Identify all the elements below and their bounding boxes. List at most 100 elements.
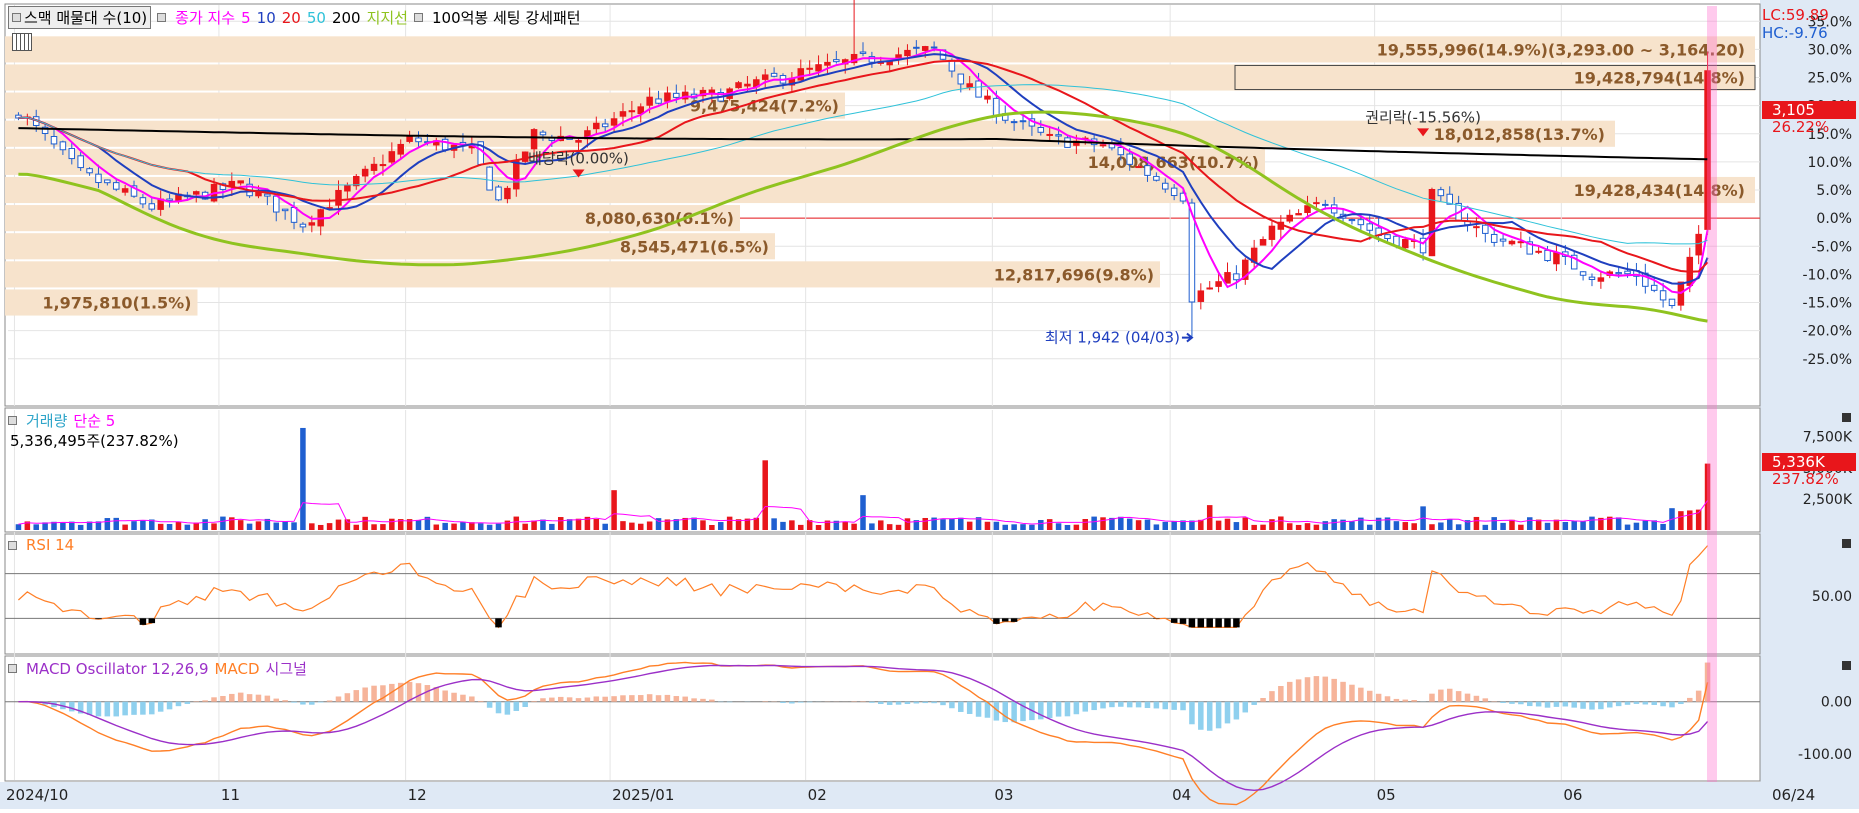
volume-pane-close-icon[interactable] [1842,413,1851,422]
rsi-pane-close-icon[interactable] [1842,539,1851,548]
macd-oscillator-bar [905,702,911,704]
volume-axis-label: 7,500K [1803,430,1853,446]
candle-body [1660,291,1666,300]
macd-oscillator-bar [1136,702,1142,708]
macd-oscillator-bar [1349,685,1355,702]
volume-bar [1296,525,1302,530]
price-axis-label: 30.0% [1808,42,1852,58]
macd-oscillator-bar [1403,700,1409,702]
volume-profile-label: 19,428,794(14.8%) [1574,69,1745,88]
price-axis-label: 25.0% [1808,71,1852,87]
rsi-title: RSI 14 [26,536,74,554]
price-annotation: 최저 1,942 (04/03) [1045,329,1180,347]
macd-oscillator-bar [327,700,333,701]
macd-pane-close-icon[interactable] [1842,661,1851,670]
volume-bar [896,525,902,530]
volume-axis-label: 2,500K [1803,492,1853,508]
calendar-icon[interactable] [12,33,32,51]
candle-body [1020,121,1026,122]
macd-oscillator-bar [1287,682,1293,702]
candle-body [1287,215,1293,221]
macd-oscillator-bar [700,699,706,702]
macd-oscillator-bar [1651,702,1657,705]
volume-bar [1589,517,1595,530]
macd-oscillator-bar [167,702,173,710]
candle-body [798,69,804,80]
volume-bar [1163,522,1169,530]
candle-body [1349,220,1355,221]
volume-badge: 5,336K [1762,453,1856,471]
macd-oscillator-bar [1385,696,1391,701]
candle-body [1403,240,1409,248]
candle-body [914,47,920,48]
macd-oscillator-bar [958,702,964,712]
macd-oscillator-bar [1207,702,1213,731]
volume-bar [1678,511,1684,530]
macd-oscillator-bar [567,697,573,701]
macd-oscillator-bar [220,696,226,702]
macd-oscillator-bar [496,702,502,714]
volume-profile-label: 12,817,696(9.8%) [994,265,1154,284]
volume-bar [1038,520,1044,530]
stock-chart-window[interactable]: 19,555,996(14.9%)(3,293.00 ~ 3,164.20)19… [0,0,1859,809]
macd-oscillator-bar [1660,702,1666,707]
volume-bar [869,523,875,530]
volume-bar [762,460,768,530]
volume-bar [1625,525,1631,530]
macd-oscillator-bar [1563,702,1569,707]
candle-body [1136,167,1142,168]
macd-oscillator-bar [1438,690,1444,702]
indicator-title-chip[interactable]: 스맥 매물대 수(10) [8,6,151,29]
macd-oscillator-bar [789,702,795,704]
macd-oscillator-bar [869,702,875,703]
macd-oscillator-bar [265,696,271,702]
volume-bar [1491,517,1497,530]
macd-oscillator-bar [149,702,155,715]
volume-bar [282,521,288,530]
macd-oscillator-bar [1305,677,1311,702]
candle-body [1474,227,1480,228]
macd-oscillator-bar [460,695,466,702]
candle-body [78,156,84,168]
candle-body [345,185,351,191]
macd-axis-label: -100.00 [1798,747,1852,763]
macd-oscillator-bar [780,702,786,703]
macd-oscillator-bar [211,697,217,701]
candle-body [1145,166,1151,176]
legend-square-icon [12,13,21,22]
legend-square-icon [157,13,166,22]
volume-bar [16,524,22,530]
candle-body [656,99,662,103]
volume-bar [1243,518,1249,530]
volume-bar [380,524,386,530]
volume-bar [1571,521,1577,530]
volume-bar [1225,519,1231,530]
macd-oscillator-bar [1065,702,1071,717]
chart-canvas[interactable]: 19,555,996(14.9%)(3,293.00 ~ 3,164.20)19… [0,0,1859,809]
candle-body [149,204,155,209]
volume-bar [1056,523,1062,530]
candle-body [647,97,653,105]
macd-oscillator-bar [1100,702,1106,709]
volume-bar [1545,523,1551,530]
macd-oscillator-bar [940,702,946,705]
macd-oscillator-bar [602,697,608,702]
candle-body [122,189,128,192]
candle-body [87,169,93,173]
volume-bar [1216,521,1222,530]
candle-body [496,187,502,200]
macd-oscillator-bar [1634,702,1640,704]
legend-square-icon [8,541,17,550]
date-axis-label: 2025/01 [612,786,674,804]
candle-body [51,137,57,144]
candle-body [709,90,715,93]
volume-profile-band [5,261,1160,287]
candle-body [505,188,511,198]
volume-bar [780,522,786,530]
volume-bar [1127,519,1133,530]
candle-body [1483,225,1489,233]
macd-oscillator-bar [674,696,680,702]
macd-oscillator-bar [140,702,146,715]
volume-bar [318,525,324,530]
signal-title: 시그널 [266,658,307,679]
